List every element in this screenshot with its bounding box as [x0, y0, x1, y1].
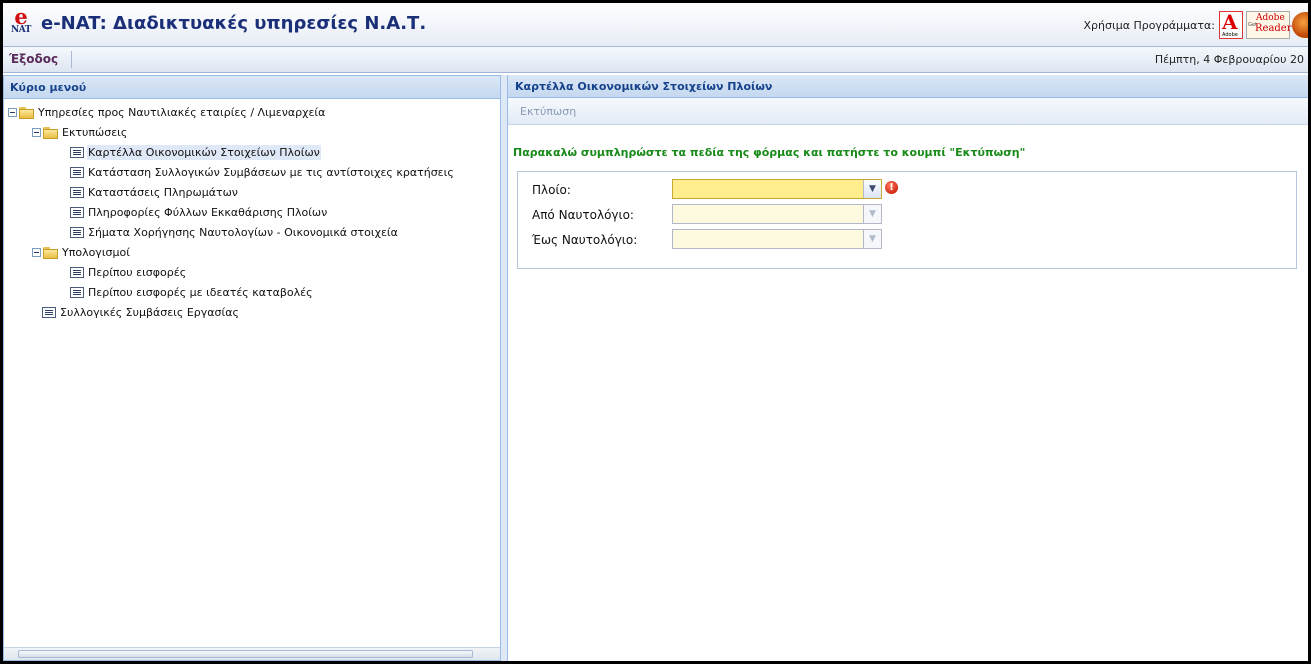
to-logbook-input[interactable] [673, 230, 863, 248]
reader-reader-text: Reader [1255, 23, 1292, 34]
tree-node-label: Περίπου εισφορές [88, 266, 187, 279]
logo-letter: e [14, 4, 28, 29]
scrollbar-thumb[interactable] [18, 650, 473, 658]
collapse-toggle-icon[interactable] [8, 108, 17, 117]
enat-logo: e NAT [9, 4, 33, 40]
print-form: Πλοίο: ▼ ! Από Ναυτολόγιο: ▼ Έως Ναυτολό… [517, 171, 1297, 269]
adobe-acrobat-icon[interactable]: A Adobe [1219, 10, 1243, 39]
form-icon [70, 287, 84, 298]
form-toolbar: Εκτύπωση [508, 98, 1308, 125]
main-menu-title: Κύριο μενού [4, 76, 500, 99]
app-window: e NAT e-NAT: Διαδικτυακές υπηρεσίες Ν.Α.… [3, 3, 1308, 661]
tree-folder-calculations[interactable]: Υπολογισμοί [32, 243, 131, 262]
form-icon [42, 307, 56, 318]
tree-item-approx-contributions[interactable]: Περίπου εισφορές [70, 263, 187, 282]
form-icon [70, 187, 84, 198]
horizontal-scrollbar[interactable] [4, 647, 500, 660]
folder-icon [43, 126, 59, 139]
tree-item-collective-labor-agreements[interactable]: Συλλογικές Συμβάσεις Εργασίας [42, 303, 240, 322]
useful-programs-label: Χρήσιμα Προγράμματα: [1083, 18, 1215, 32]
tree-node-label: Περίπου εισφορές με ιδεατές καταβολές [88, 286, 313, 299]
from-logbook-input[interactable] [673, 205, 863, 223]
form-icon [70, 167, 84, 178]
tree-item-logbook-signals[interactable]: Σήματα Χορήγησης Ναυτολογίων - Οικονομικ… [70, 223, 399, 242]
tree-node-label: Καρτέλλα Οικονομικών Στοιχείων Πλοίων [87, 145, 321, 160]
tree-item-ship-financial-card[interactable]: Καρτέλλα Οικονομικών Στοιχείων Πλοίων [70, 143, 321, 162]
reader-adobe-text: Adobe [1256, 13, 1285, 23]
ship-label: Πλοίο: [532, 183, 571, 197]
program-icon[interactable] [1292, 12, 1308, 38]
tree-node-label: Εκτυπώσεις [62, 126, 128, 139]
get-adobe-reader-button[interactable]: Get Adobe Reader [1246, 11, 1292, 39]
tree-node-label: Σήματα Χορήγησης Ναυτολογίων - Οικονομικ… [88, 226, 398, 239]
tree-node-label: Πληροφορίες Φύλλων Εκκαθάρισης Πλοίων [88, 206, 328, 219]
form-icon [70, 147, 84, 158]
tree-node-label: Υπηρεσίες προς Ναυτιλιακές εταιρίες / Λι… [38, 106, 326, 119]
tree-item-approx-contributions-ideal[interactable]: Περίπου εισφορές με ιδεατές καταβολές [70, 283, 314, 302]
ship-financial-card-panel: Καρτέλλα Οικονομικών Στοιχείων Πλοίων Εκ… [507, 75, 1308, 661]
tree-item-settlement-sheets[interactable]: Πληροφορίες Φύλλων Εκκαθάρισης Πλοίων [70, 203, 328, 222]
from-logbook-combobox[interactable]: ▼ [672, 204, 882, 224]
exit-link[interactable]: Έξοδος [9, 52, 58, 66]
chevron-down-icon[interactable]: ▼ [863, 180, 881, 198]
to-logbook-label: Έως Ναυτολόγιο: [532, 233, 638, 247]
tree-node-label: Συλλογικές Συμβάσεις Εργασίας [60, 306, 239, 319]
toolbar-separator [71, 51, 72, 68]
error-icon: ! [885, 181, 898, 194]
tree-folder-prints[interactable]: Εκτυπώσεις [32, 123, 128, 142]
to-logbook-row: Έως Ναυτολόγιο: ▼ [518, 228, 1296, 252]
ship-combobox[interactable]: ▼ [672, 179, 882, 199]
form-icon [70, 207, 84, 218]
tree-folder-services[interactable]: Υπηρεσίες προς Ναυτιλιακές εταιρίες / Λι… [8, 103, 326, 122]
form-icon [70, 267, 84, 278]
chevron-down-icon[interactable]: ▼ [863, 230, 881, 248]
print-button[interactable]: Εκτύπωση [520, 105, 576, 118]
form-instruction: Παρακαλώ συμπληρώστε τα πεδία της φόρμας… [513, 146, 1026, 159]
ship-row: Πλοίο: ▼ ! [518, 178, 1296, 202]
tree-node-label: Καταστάσεις Πληρωμάτων [88, 186, 238, 199]
tree-item-crew-statements[interactable]: Καταστάσεις Πληρωμάτων [70, 183, 239, 202]
folder-icon [19, 106, 35, 119]
form-icon [70, 227, 84, 238]
main-menu-panel: Κύριο μενού Υπηρεσίες προς Ναυτιλιακές ε… [3, 75, 501, 661]
acrobat-sub-label: Adobe [1222, 32, 1238, 38]
app-title: e-NAT: Διαδικτυακές υπηρεσίες Ν.Α.Τ. [41, 13, 427, 34]
tree-node-label: Υπολογισμοί [62, 246, 130, 259]
top-toolbar: Έξοδος Πέμπτη, 4 Φεβρουαρίου 20 [3, 47, 1308, 73]
tree-item-collective-agreements-status[interactable]: Κατάσταση Συλλογικών Συμβάσεων με τις αν… [70, 163, 455, 182]
tree-node-label: Κατάσταση Συλλογικών Συμβάσεων με τις αν… [88, 166, 454, 179]
collapse-toggle-icon[interactable] [32, 128, 41, 137]
logo-sub: NAT [11, 25, 31, 35]
form-panel-title: Καρτέλλα Οικονομικών Στοιχείων Πλοίων [508, 75, 1308, 98]
chevron-down-icon[interactable]: ▼ [863, 205, 881, 223]
from-logbook-row: Από Ναυτολόγιο: ▼ [518, 203, 1296, 227]
current-date: Πέμπτη, 4 Φεβρουαρίου 20 [1154, 53, 1304, 66]
from-logbook-label: Από Ναυτολόγιο: [532, 208, 634, 222]
app-header: e NAT e-NAT: Διαδικτυακές υπηρεσίες Ν.Α.… [3, 3, 1308, 47]
to-logbook-combobox[interactable]: ▼ [672, 229, 882, 249]
folder-icon [43, 246, 59, 259]
collapse-toggle-icon[interactable] [32, 248, 41, 257]
useful-programs: Χρήσιμα Προγράμματα: A Adobe Get Adobe R… [1083, 10, 1308, 39]
ship-input[interactable] [673, 180, 863, 198]
